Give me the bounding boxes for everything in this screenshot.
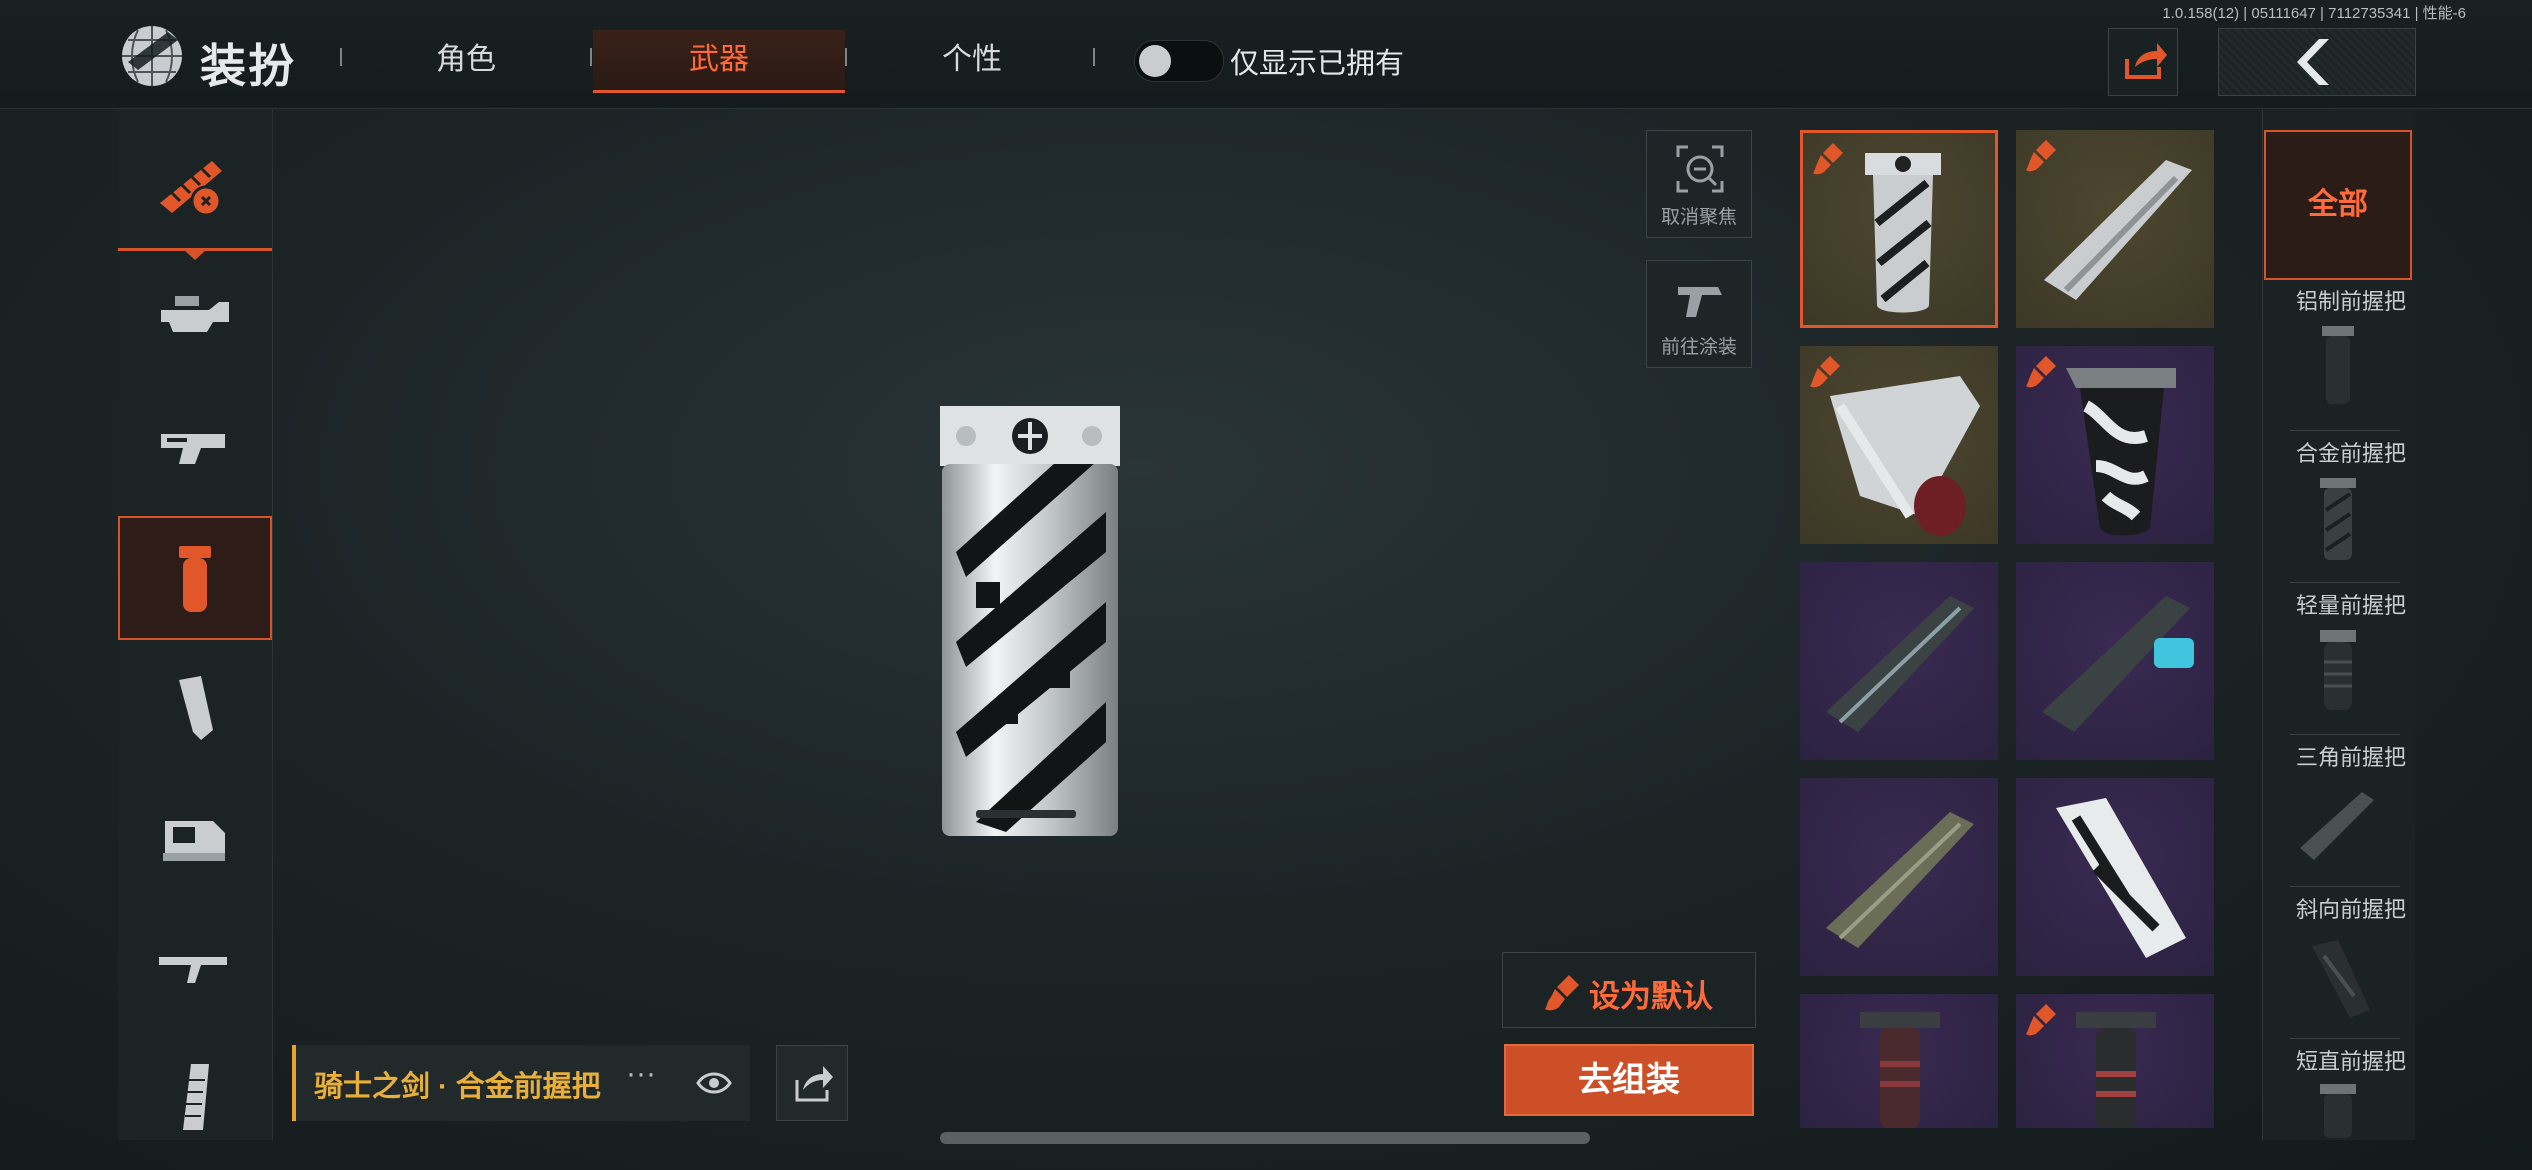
page-title: 装扮: [200, 40, 296, 92]
share-icon: [2125, 43, 2167, 79]
divider: [845, 48, 847, 66]
alloy-foregrip-icon: [2320, 478, 2356, 560]
weapon-skin-icon: [160, 161, 222, 217]
tab-personality[interactable]: 个性: [912, 30, 1032, 90]
preview-toggle-button[interactable]: [678, 1045, 750, 1121]
optic-icon: [163, 821, 225, 861]
painted-badge-icon: [1810, 356, 1840, 388]
rail-item-weapon-skin[interactable]: [118, 124, 272, 260]
weapon-part-rail: [118, 110, 273, 1140]
item-card-alloy-grip[interactable]: [1800, 130, 1998, 328]
item-card-short-grip-red[interactable]: [1800, 994, 1998, 1128]
set-default-label: 设为默认: [1589, 979, 1713, 1014]
share-icon: [795, 1066, 833, 1102]
category-alloy-foregrip[interactable]: 合金前握把: [2264, 434, 2412, 584]
painted-badge-icon: [2026, 1004, 2056, 1036]
rail-item-receiver[interactable]: [118, 254, 272, 378]
goto-paint-label: 前往涂装: [1660, 337, 1737, 358]
category-aluminum-foregrip[interactable]: 铝制前握把: [2264, 282, 2412, 432]
brush-icon: [1545, 975, 1579, 1011]
receiver-icon: [161, 296, 229, 332]
item-card-slant-grip-white[interactable]: [2016, 778, 2214, 976]
item-card-camo-grip[interactable]: [2016, 346, 2214, 544]
unfocus-icon: [1676, 145, 1724, 193]
version-text: 1.0.158(12) | 05111647 | 7112735341 | 性能…: [2162, 5, 2466, 22]
painted-badge-icon: [2026, 356, 2056, 388]
back-arrow-icon: [2297, 39, 2329, 85]
short-grip-red-thumb: [1860, 1012, 1940, 1128]
category-label: 短直前握把: [2295, 1049, 2406, 1074]
category-label: 轻量前握把: [2295, 593, 2406, 618]
divider: [340, 48, 342, 66]
painted-badge-icon: [1813, 143, 1843, 175]
category-label: 铝制前握把: [2295, 289, 2406, 314]
foregrip-icon: [179, 546, 211, 612]
rail-item-foregrip[interactable]: [118, 516, 272, 640]
stock-icon: [159, 957, 227, 983]
item-card-short-grip-red[interactable]: [2016, 994, 2214, 1128]
category-all[interactable]: 全部: [2264, 130, 2412, 280]
category-label: 三角前握把: [2295, 745, 2406, 770]
share-item-button[interactable]: [776, 1045, 848, 1121]
owned-only-label: 仅显示已拥有: [1230, 48, 1405, 80]
category-label: 合金前握把: [2295, 441, 2406, 466]
unfocus-label: 取消聚焦: [1660, 207, 1737, 228]
goto-paint-button[interactable]: 前往涂装: [1646, 260, 1752, 368]
divider: [2290, 886, 2400, 887]
slant-grip-white-thumb: [2056, 798, 2186, 958]
divider: [2290, 734, 2400, 735]
share-button[interactable]: [2108, 28, 2178, 96]
pistol-icon: [1678, 287, 1722, 317]
divider: [2290, 430, 2400, 431]
unfocus-button[interactable]: 取消聚焦: [1646, 130, 1752, 238]
current-item-bar[interactable]: 骑士之剑 · 合金前握把 ···: [292, 1045, 678, 1121]
aluminum-foregrip-icon: [2322, 326, 2354, 404]
category-short-straight-foregrip[interactable]: 短直前握把: [2264, 1042, 2412, 1140]
item-card-handstop-grip[interactable]: [1800, 346, 1998, 544]
owned-only-toggle[interactable]: [1134, 40, 1224, 82]
angled-grip-dark-thumb: [1826, 596, 1974, 732]
divider: [590, 48, 592, 66]
foregrip-preview-model[interactable]: [936, 402, 1124, 842]
category-slant-foregrip[interactable]: 斜向前握把: [2264, 890, 2412, 1040]
set-default-button[interactable]: 设为默认: [1502, 952, 1756, 1028]
short-straight-foregrip-icon: [2320, 1084, 2356, 1138]
toggle-knob: [1139, 45, 1171, 77]
rail-item-grip[interactable]: [118, 646, 272, 770]
assemble-button[interactable]: 去组装: [1504, 1044, 1754, 1116]
item-card-angled-grip-cyan[interactable]: [2016, 562, 2214, 760]
item-card-angled-grip-olive[interactable]: [1800, 778, 1998, 976]
item-card-angled-grip[interactable]: [2016, 130, 2214, 328]
magazine-icon: [183, 1064, 209, 1130]
divider: [1093, 48, 1095, 66]
category-triangle-foregrip[interactable]: 三角前握把: [2264, 738, 2412, 888]
light-foregrip-icon: [2320, 630, 2356, 710]
divider: [2290, 582, 2400, 583]
angled-grip-cyan-thumb: [2042, 596, 2194, 732]
back-button[interactable]: [2218, 28, 2416, 96]
divider: [2290, 1038, 2400, 1039]
rail-item-magazine-well[interactable]: [118, 384, 272, 508]
globe-logo-icon: [118, 22, 186, 90]
grip-icon: [179, 676, 213, 740]
category-label: 斜向前握把: [2295, 897, 2406, 922]
rail-item-optic[interactable]: [118, 776, 272, 900]
category-light-foregrip[interactable]: 轻量前握把: [2264, 586, 2412, 736]
rail-item-magazine[interactable]: [118, 1036, 272, 1160]
triangle-foregrip-icon: [2300, 792, 2374, 860]
current-item-name: 骑士之剑 · 合金前握把: [314, 1071, 601, 1103]
painted-badge-icon: [2026, 140, 2056, 172]
magazine-well-icon: [161, 434, 225, 464]
horizontal-scrollbar[interactable]: [940, 1132, 1590, 1144]
item-card-angled-grip-dark[interactable]: [1800, 562, 1998, 760]
eye-icon: [696, 1072, 732, 1094]
more-options[interactable]: ···: [626, 1057, 656, 1091]
rail-item-stock[interactable]: [118, 906, 272, 1030]
slant-foregrip-icon: [2312, 940, 2370, 1018]
tab-weapon[interactable]: 武器: [593, 30, 845, 93]
tab-character[interactable]: 角色: [406, 30, 526, 90]
angled-grip-olive-thumb: [1826, 812, 1974, 948]
